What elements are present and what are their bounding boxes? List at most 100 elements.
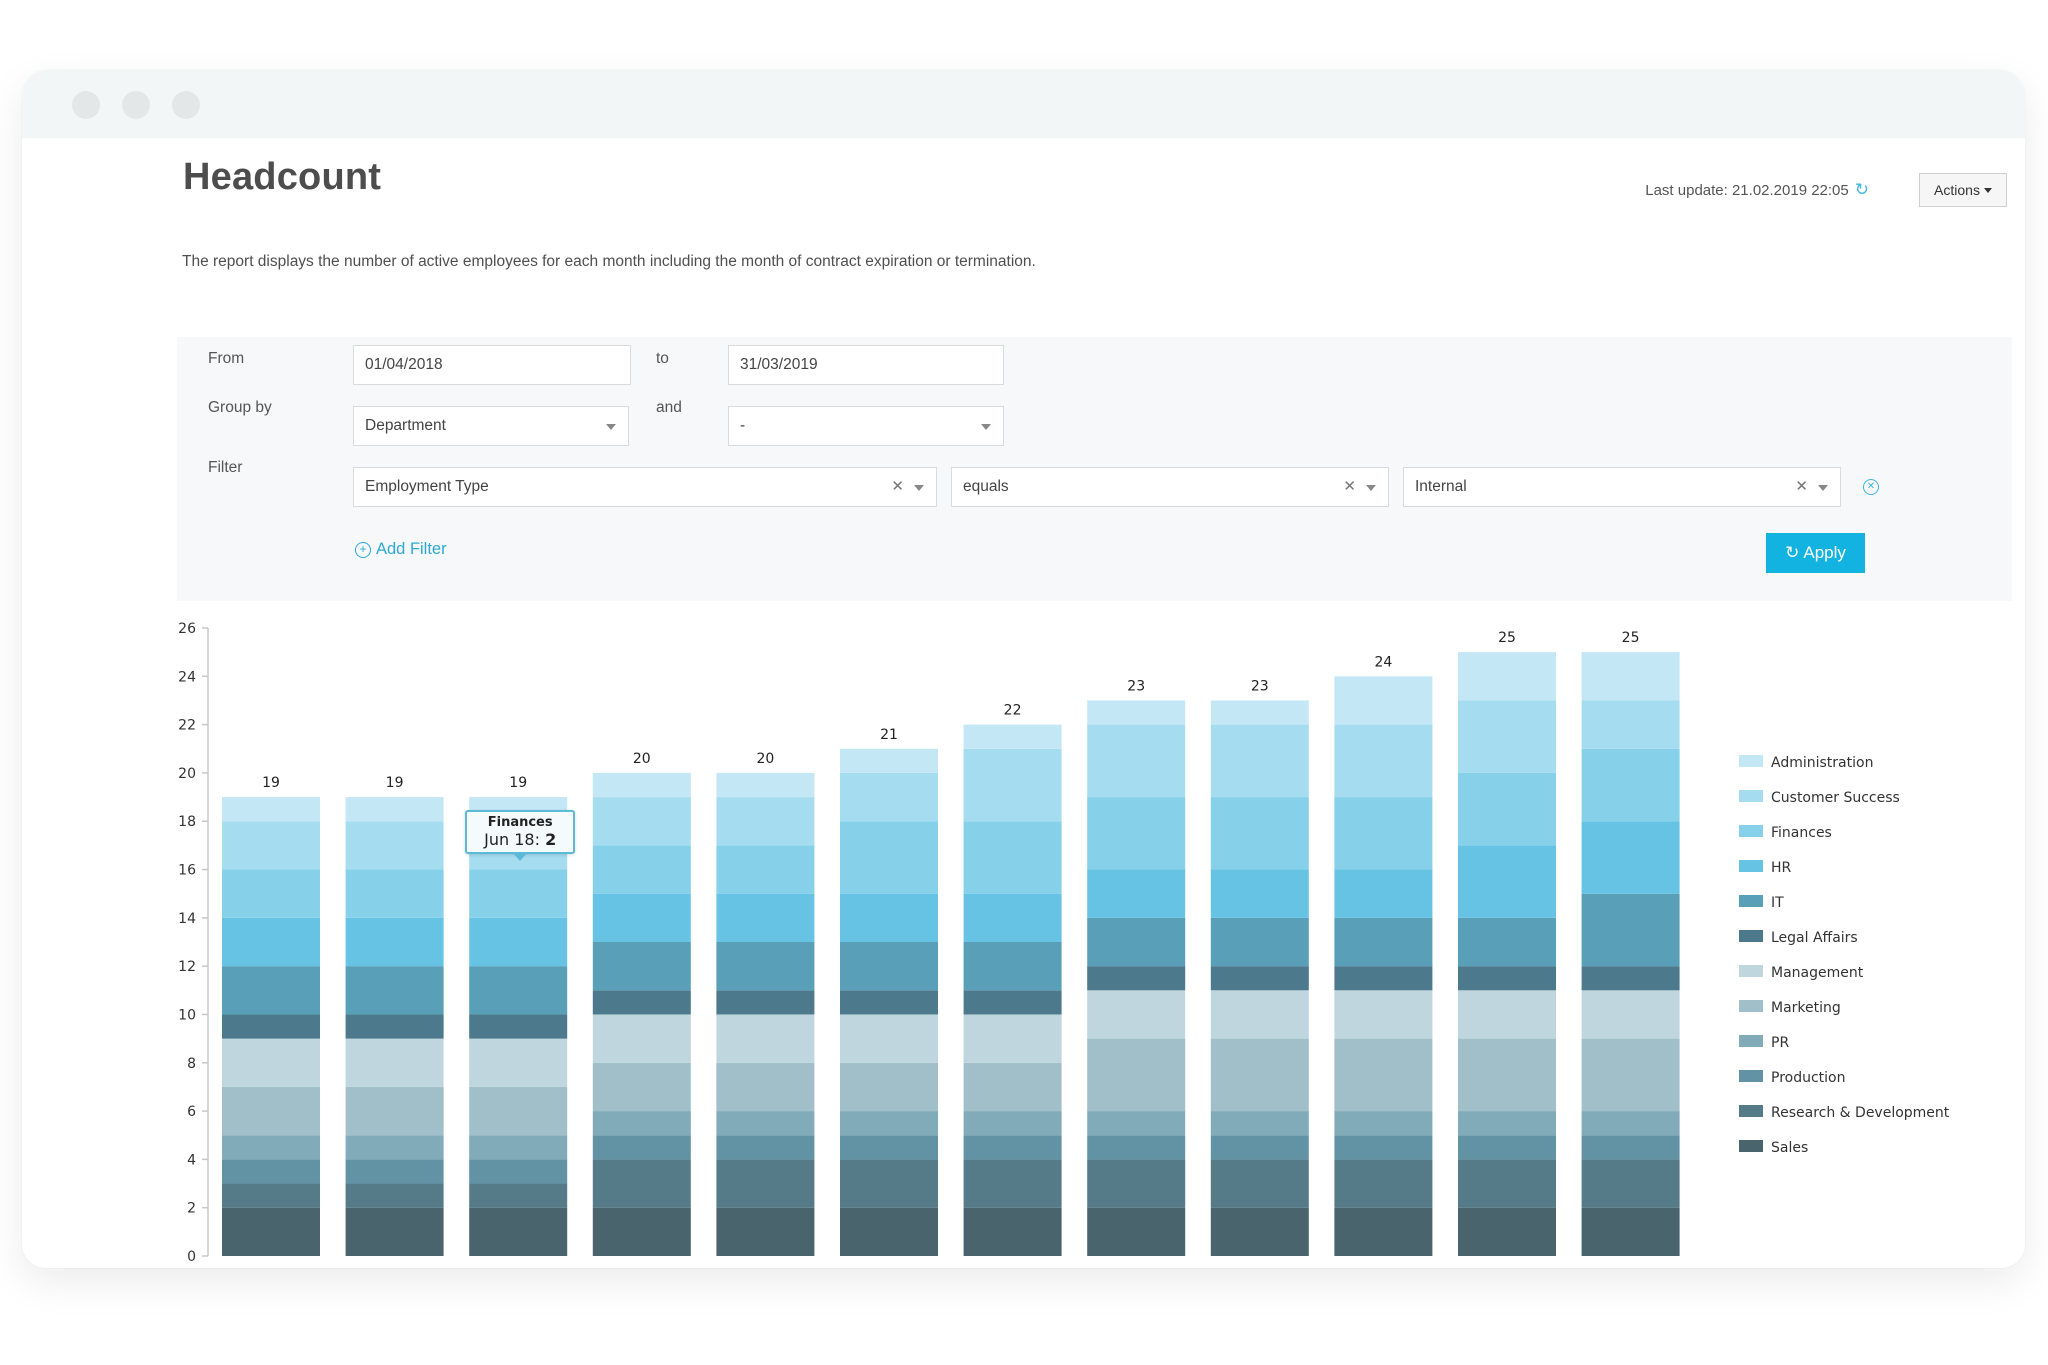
bar-segment[interactable] <box>716 1062 815 1112</box>
bar-segment[interactable] <box>716 990 815 1015</box>
bar-segment[interactable] <box>1334 966 1433 991</box>
bar-segment[interactable] <box>1087 869 1186 918</box>
bar-stack[interactable] <box>1334 676 1433 1256</box>
bar-segment[interactable] <box>345 1207 444 1256</box>
bar-stack[interactable] <box>222 797 320 1256</box>
bar-segment[interactable] <box>716 1159 815 1208</box>
bar-segment[interactable] <box>469 1183 568 1208</box>
bar-segment[interactable] <box>1581 893 1680 967</box>
bar-stack[interactable] <box>840 748 938 1256</box>
bar-segment[interactable] <box>345 1086 444 1136</box>
bar-segment[interactable] <box>345 869 444 918</box>
bar-segment[interactable] <box>1087 1135 1186 1160</box>
bar-segment[interactable] <box>1581 748 1680 822</box>
bar-segment[interactable] <box>345 1135 444 1160</box>
bar-segment[interactable] <box>716 1111 815 1136</box>
bar-segment[interactable] <box>716 1014 815 1063</box>
bar-segment[interactable] <box>1087 797 1186 870</box>
bar-segment[interactable] <box>1458 772 1556 846</box>
bar-segment[interactable] <box>1087 966 1186 991</box>
bar-segment[interactable] <box>592 1062 691 1112</box>
bar-segment[interactable] <box>1458 1135 1556 1160</box>
bar-segment[interactable] <box>592 1159 691 1208</box>
bar-segment[interactable] <box>840 1135 938 1160</box>
bar-segment[interactable] <box>222 1207 320 1256</box>
legend-item[interactable]: Marketing <box>1739 1000 1841 1016</box>
bar-segment[interactable] <box>345 1183 444 1208</box>
bar-segment[interactable] <box>469 1014 568 1039</box>
bar-segment[interactable] <box>222 1038 320 1087</box>
bar-segment[interactable] <box>963 1135 1062 1160</box>
bar-segment[interactable] <box>840 990 938 1015</box>
bar-segment[interactable] <box>469 1038 568 1087</box>
bar-stack[interactable] <box>469 797 568 1256</box>
bar-segment[interactable] <box>1334 797 1433 870</box>
bar-segment[interactable] <box>222 966 320 1015</box>
bar-segment[interactable] <box>345 966 444 1015</box>
bar-segment[interactable] <box>716 797 815 846</box>
bar-segment[interactable] <box>1458 1038 1556 1112</box>
bar-segment[interactable] <box>1458 1207 1556 1256</box>
bar-segment[interactable] <box>222 1014 320 1039</box>
bar-segment[interactable] <box>592 797 691 846</box>
legend-item[interactable]: Finances <box>1739 825 1832 841</box>
bar-segment[interactable] <box>222 1086 320 1136</box>
bar-segment[interactable] <box>1210 1159 1309 1208</box>
bar-segment[interactable] <box>222 917 320 967</box>
bar-stack[interactable] <box>1581 652 1680 1256</box>
bar-segment[interactable] <box>840 821 938 894</box>
bar-segment[interactable] <box>1334 1135 1433 1160</box>
bar-segment[interactable] <box>1334 1207 1433 1256</box>
legend-item[interactable]: Legal Affairs <box>1739 930 1858 946</box>
bar-stack[interactable] <box>1458 652 1556 1256</box>
bar-segment[interactable] <box>1334 917 1433 967</box>
bar-segment[interactable] <box>1087 990 1186 1039</box>
bar-segment[interactable] <box>592 893 691 942</box>
bar-segment[interactable] <box>1087 724 1186 798</box>
bar-segment[interactable] <box>716 1207 815 1256</box>
bar-segment[interactable] <box>222 1183 320 1208</box>
bar-segment[interactable] <box>1458 966 1556 991</box>
bar-segment[interactable] <box>1581 1111 1680 1136</box>
bar-segment[interactable] <box>1581 1207 1680 1256</box>
bar-segment[interactable] <box>1087 1111 1186 1136</box>
bar-segment[interactable] <box>963 1207 1062 1256</box>
bar-segment[interactable] <box>1210 1207 1309 1256</box>
bar-segment[interactable] <box>1334 724 1433 798</box>
bar-segment[interactable] <box>222 821 320 870</box>
bar-stack[interactable] <box>592 772 691 1256</box>
bar-segment[interactable] <box>1581 652 1680 701</box>
bar-segment[interactable] <box>1458 700 1556 773</box>
bar-segment[interactable] <box>1458 1111 1556 1136</box>
bar-segment[interactable] <box>1334 1038 1433 1112</box>
bar-stack[interactable] <box>1087 700 1186 1256</box>
bar-segment[interactable] <box>1458 1159 1556 1208</box>
bar-segment[interactable] <box>963 724 1062 749</box>
bar-segment[interactable] <box>469 869 568 918</box>
bar-segment[interactable] <box>840 1062 938 1112</box>
bar-segment[interactable] <box>1210 1111 1309 1136</box>
bar-stack[interactable] <box>1210 700 1309 1256</box>
bar-segment[interactable] <box>963 1014 1062 1063</box>
bar-segment[interactable] <box>1581 1159 1680 1208</box>
bar-segment[interactable] <box>1581 700 1680 749</box>
legend-item[interactable]: Customer Success <box>1739 790 1900 806</box>
bar-segment[interactable] <box>592 1014 691 1063</box>
bar-segment[interactable] <box>1581 1135 1680 1160</box>
bar-segment[interactable] <box>1087 1159 1186 1208</box>
bar-segment[interactable] <box>840 1159 938 1208</box>
bar-segment[interactable] <box>345 1014 444 1039</box>
bar-segment[interactable] <box>1210 869 1309 918</box>
bar-segment[interactable] <box>1210 990 1309 1039</box>
legend-item[interactable]: Management <box>1739 965 1864 981</box>
bar-segment[interactable] <box>840 942 938 991</box>
bar-segment[interactable] <box>840 772 938 822</box>
bar-segment[interactable] <box>345 1038 444 1087</box>
bar-segment[interactable] <box>963 1111 1062 1136</box>
bar-segment[interactable] <box>1458 917 1556 967</box>
bar-segment[interactable] <box>1210 1038 1309 1112</box>
bar-segment[interactable] <box>345 797 444 822</box>
bar-segment[interactable] <box>1581 990 1680 1039</box>
bar-segment[interactable] <box>716 1135 815 1160</box>
legend-item[interactable]: HR <box>1739 860 1792 876</box>
